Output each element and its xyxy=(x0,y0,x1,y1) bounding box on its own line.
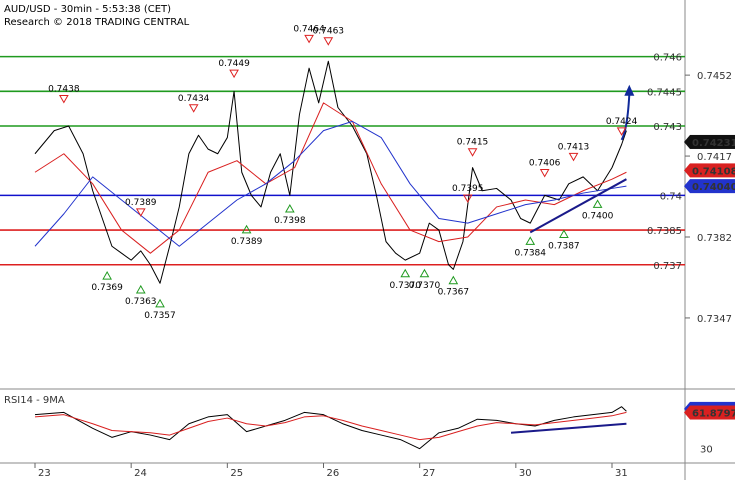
chart-window: 0.746 0.7445 0.743 0.74 0.7385 0.737 0.7438 0.… xyxy=(0,0,735,480)
x-tick-label: 26 xyxy=(327,468,340,479)
trough-label: 0.7400 xyxy=(582,211,614,221)
peak-label: 0.7449 xyxy=(218,59,250,69)
rsi-tick-label: 30 xyxy=(700,445,713,456)
x-tick-label: 27 xyxy=(423,468,436,479)
peak-label: 0.7415 xyxy=(457,138,489,148)
chart-canvas: 0.746 0.7445 0.743 0.74 0.7385 0.737 0.7438 0.… xyxy=(0,0,735,480)
ma-fast-tag-label: 0.74108 xyxy=(692,166,735,177)
trough-label: 0.7384 xyxy=(515,248,547,258)
peak-label: 0.7438 xyxy=(48,85,80,95)
trough-label: 0.7357 xyxy=(144,311,176,321)
x-tick-label: 23 xyxy=(38,468,51,479)
rsi-ma-tag-label: 61.8797 xyxy=(692,409,735,420)
trough-label: 0.7370 xyxy=(409,281,441,291)
peak-label: 0.7395 xyxy=(452,184,484,194)
y-tick-label: 0.7417 xyxy=(697,152,732,163)
x-tick-label: 25 xyxy=(230,468,243,479)
peak-label: 0.7434 xyxy=(178,94,210,104)
ma-slow-tag-label: 0.74040 xyxy=(692,182,735,193)
trough-label: 0.7369 xyxy=(91,283,123,293)
rsi-title: RSI14 - 9MA xyxy=(4,395,65,406)
trough-label: 0.7363 xyxy=(125,297,157,307)
trough-label: 0.7367 xyxy=(438,288,470,298)
level-label: 0.737 xyxy=(653,261,682,272)
trough-label: 0.7389 xyxy=(231,237,263,247)
x-tick-label: 31 xyxy=(615,468,628,479)
peak-label: 0.7413 xyxy=(558,142,590,152)
y-tick-label: 0.7452 xyxy=(697,71,732,82)
peak-label: 0.7389 xyxy=(125,198,157,208)
level-label: 0.7445 xyxy=(647,87,682,98)
level-label: 0.7385 xyxy=(647,226,682,237)
trough-label: 0.7387 xyxy=(548,241,580,251)
x-tick-label: 30 xyxy=(519,468,532,479)
last-price-tag-label: 0.74231 xyxy=(692,138,735,149)
level-label: 0.746 xyxy=(653,53,682,64)
peak-label: 0.7424 xyxy=(606,117,638,127)
y-tick-label: 0.7382 xyxy=(697,233,732,244)
y-tick-label: 0.7347 xyxy=(697,314,732,325)
research-credit: Research © 2018 TRADING CENTRAL xyxy=(4,17,190,28)
level-label: 0.743 xyxy=(653,122,682,133)
chart-title: AUD/USD - 30min - 5:53:38 (CET) xyxy=(4,4,171,15)
peak-label: 0.7463 xyxy=(313,27,345,37)
level-label: 0.74 xyxy=(660,191,682,202)
peak-label: 0.7406 xyxy=(529,159,561,169)
x-tick-label: 24 xyxy=(134,468,147,479)
trough-label: 0.7398 xyxy=(274,216,306,226)
